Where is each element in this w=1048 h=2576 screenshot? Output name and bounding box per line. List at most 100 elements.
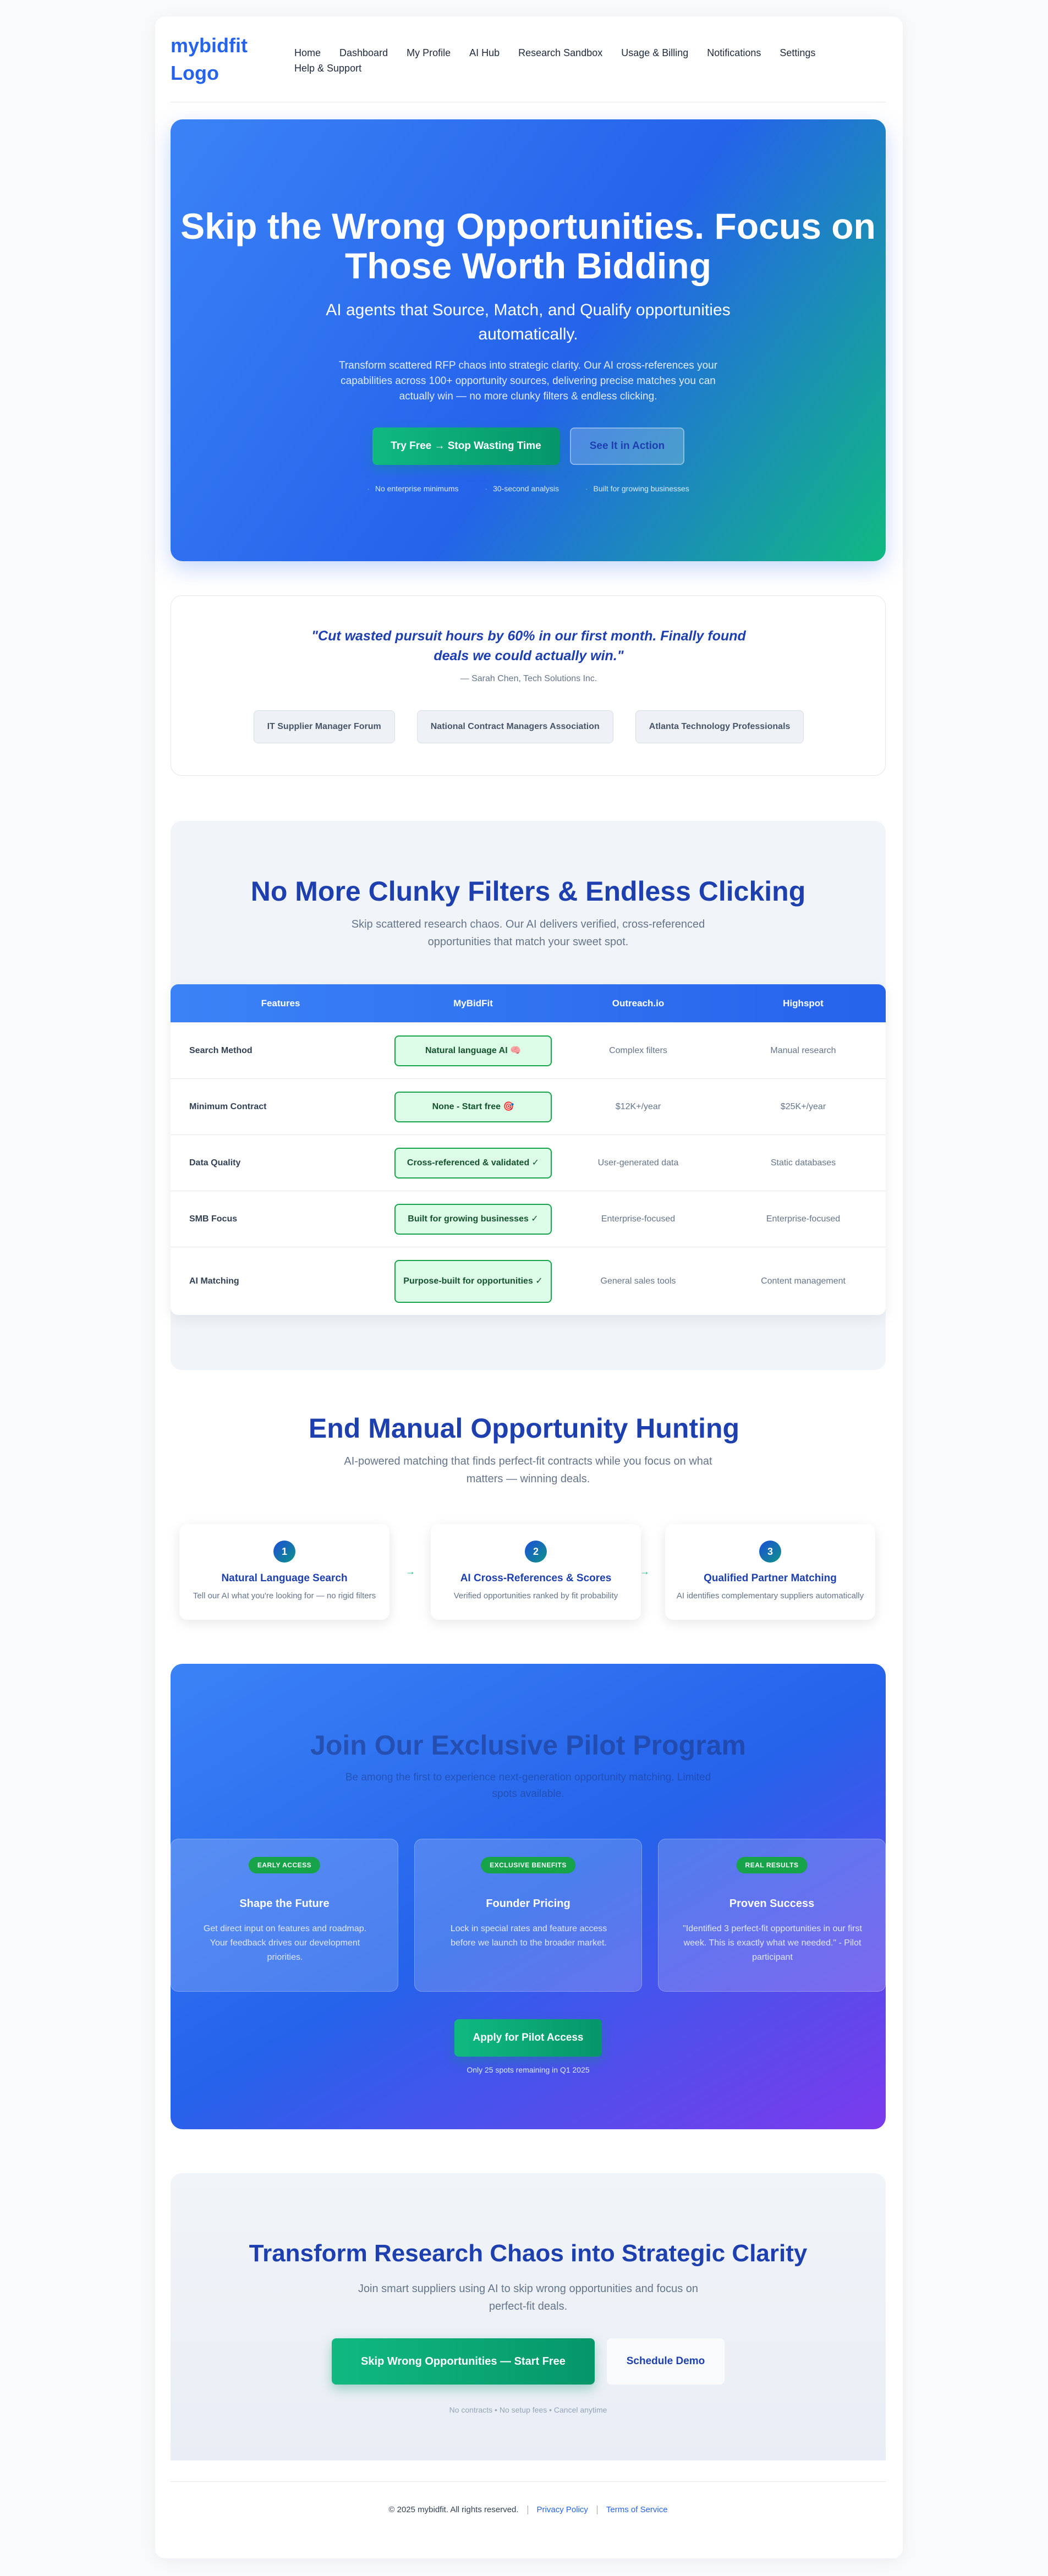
step-description: AI identifies complementary suppliers au… (676, 1591, 864, 1601)
column-header: MyBidFit (453, 997, 493, 1009)
benefit-title: Shape the Future (239, 1898, 330, 1910)
testimonial-quote: "Cut wasted pursuit hours by 60% in our … (311, 628, 746, 664)
benefit-description: Lock in special rates and feature access… (450, 1924, 607, 1948)
privacy-policy-link[interactable]: Privacy Policy (537, 2505, 588, 2514)
schedule-demo-button[interactable]: Schedule Demo (607, 2338, 725, 2385)
hero-section: Skip the Wrong Opportunities. Focus on T… (171, 119, 886, 561)
comparison-section: No More Clunky Filters & Endless Clickin… (171, 821, 886, 1370)
step-title: AI Cross-References & Scores (460, 1572, 612, 1584)
mybidfit-cell: Natural language AI 🧠 (391, 1023, 556, 1078)
arrow-right-icon: → (405, 1566, 415, 1577)
try-free-button[interactable]: Try Free → Stop Wasting Time (372, 427, 559, 465)
terms-of-service-link[interactable]: Terms of Service (606, 2505, 668, 2514)
nav-dashboard[interactable]: Dashboard (339, 45, 388, 61)
main-nav: Home Dashboard My Profile AI Hub Research Sa… (294, 45, 877, 76)
benefit-item: 30-second analysis (485, 484, 559, 493)
nav-usage-billing[interactable]: Usage & Billing (621, 45, 688, 61)
nav-help-support[interactable]: Help & Support (294, 61, 361, 76)
see-in-action-button[interactable]: See It in Action (570, 427, 684, 465)
nav-my-profile[interactable]: My Profile (407, 45, 451, 61)
feature-cell: AI Matching (189, 1276, 239, 1286)
nav-settings[interactable]: Settings (780, 45, 815, 61)
association-badges: IT Supplier Manager Forum National Contr… (171, 710, 886, 743)
outreach-cell: Complex filters (609, 1045, 667, 1055)
nav-research-sandbox[interactable]: Research Sandbox (518, 45, 602, 61)
step-title: Natural Language Search (221, 1572, 348, 1584)
benefit-item: No enterprise minimums (367, 484, 459, 493)
pilot-title: Join Our Exclusive Pilot Program (310, 1730, 746, 1761)
step-title: Qualified Partner Matching (704, 1572, 837, 1584)
column-header: Highspot (783, 997, 824, 1009)
step-description: Verified opportunities ranked by fit pro… (453, 1591, 618, 1601)
feature-cell: Minimum Contract (189, 1101, 267, 1111)
comparison-title: No More Clunky Filters & Endless Clickin… (250, 876, 806, 907)
association-badge: National Contract Managers Association (416, 710, 613, 743)
final-cta-subtitle: Join smart suppliers using AI to skip wr… (358, 2283, 699, 2312)
highspot-cell: Manual research (770, 1045, 836, 1055)
final-cta-note: No contracts • No setup fees • Cancel an… (449, 2405, 607, 2414)
footer: © 2025 mybidfit. All rights reserved. Pri… (171, 2505, 886, 2515)
mybidfit-value: Purpose-built for opportunities ✓ (394, 1259, 552, 1303)
nav-ai-hub[interactable]: AI Hub (469, 45, 500, 61)
highspot-cell: Content management (761, 1276, 846, 1286)
benefit-tag: EARLY ACCESS (248, 1857, 321, 1873)
mybidfit-cell: None - Start free 🎯 (391, 1079, 556, 1134)
step-card: 1 Natural Language Search Tell our AI wh… (179, 1524, 389, 1620)
final-cta-title: Transform Research Chaos into Strategic … (249, 2240, 808, 2267)
mybidfit-value: None - Start free 🎯 (394, 1091, 552, 1122)
nav-home[interactable]: Home (294, 45, 321, 61)
highspot-cell: $25K+/year (780, 1101, 826, 1111)
hero-title: Skip the Wrong Opportunities. Focus on T… (180, 206, 876, 286)
mybidfit-cell: Cross-referenced & validated ✓ (391, 1135, 556, 1191)
hero-subtitle: AI agents that Source, Match, and Qualif… (326, 301, 731, 343)
step-card: 2 AI Cross-References & Scores Verified … (431, 1524, 641, 1620)
nav-notifications[interactable]: Notifications (707, 45, 761, 61)
hero-description: Transform scattered RFP chaos into strat… (338, 360, 718, 402)
pilot-benefit-card: REAL RESULTS Proven Success "Identified … (658, 1839, 886, 1992)
mybidfit-value: Natural language AI 🧠 (394, 1035, 552, 1066)
pilot-benefit-card: EXCLUSIVE BENEFITS Founder Pricing Lock … (414, 1839, 642, 1992)
benefit-description: Get direct input on features and roadmap… (203, 1924, 367, 1962)
logo[interactable]: mybidfit Logo (171, 32, 275, 87)
pilot-benefit-card: EARLY ACCESS Shape the Future Get direct… (171, 1839, 398, 1992)
mybidfit-value: Built for growing businesses ✓ (394, 1203, 552, 1235)
outreach-cell: User-generated data (597, 1158, 679, 1168)
start-free-button[interactable]: Skip Wrong Opportunities — Start Free (332, 2338, 595, 2385)
feature-cell: SMB Focus (189, 1214, 238, 1224)
table-row: Data Quality Cross-referenced & validate… (171, 1134, 886, 1191)
table-row: SMB Focus Built for growing businesses ✓… (171, 1191, 886, 1247)
outreach-cell: Enterprise-focused (601, 1214, 676, 1224)
feature-cell: Data Quality (189, 1158, 241, 1168)
pilot-program-section: Join Our Exclusive Pilot Program Be amon… (171, 1664, 886, 2129)
table-row: Search Method Natural language AI 🧠 Comp… (171, 1022, 886, 1078)
highspot-cell: Enterprise-focused (766, 1214, 841, 1224)
pilot-subtitle: Be among the first to experience next-ge… (345, 1772, 711, 1800)
feature-cell: Search Method (189, 1045, 253, 1055)
outreach-cell: $12K+/year (615, 1101, 661, 1111)
copyright-text: © 2025 mybidfit. All rights reserved. (388, 2505, 519, 2514)
table-header: Features MyBidFit Outreach.io Highspot (171, 984, 886, 1022)
benefit-item: Built for growing businesses (585, 484, 689, 493)
arrow-right-icon: → (640, 1566, 650, 1577)
step-number: 1 (273, 1541, 295, 1563)
column-header: Outreach.io (612, 997, 665, 1009)
how-it-works-subtitle: AI-powered matching that finds perfect-f… (344, 1455, 712, 1485)
step-description: Tell our AI what you're looking for — no… (193, 1591, 376, 1601)
apply-pilot-button[interactable]: Apply for Pilot Access (454, 2019, 602, 2057)
benefit-description: "Identified 3 perfect-fit opportunities … (683, 1924, 862, 1962)
testimonial-card: "Cut wasted pursuit hours by 60% in our … (171, 595, 886, 776)
pilot-spots-note: Only 25 spots remaining in Q1 2025 (467, 2065, 590, 2074)
mybidfit-cell: Purpose-built for opportunities ✓ (391, 1247, 556, 1315)
association-badge: IT Supplier Manager Forum (253, 710, 395, 743)
testimonial-attribution: — Sarah Chen, Tech Solutions Inc. (460, 674, 597, 683)
association-badge: Atlanta Technology Professionals (635, 710, 804, 743)
column-header: Features (261, 997, 300, 1009)
table-row: Minimum Contract None - Start free 🎯 $12… (171, 1078, 886, 1134)
comparison-table: Features MyBidFit Outreach.io Highspot S… (171, 984, 886, 1315)
mybidfit-value: Cross-referenced & validated ✓ (394, 1147, 552, 1179)
table-row: AI Matching Purpose-built for opportunit… (171, 1247, 886, 1315)
benefit-tag: REAL RESULTS (736, 1857, 808, 1873)
benefit-title: Proven Success (729, 1898, 815, 1910)
comparison-subtitle: Skip scattered research chaos. Our AI de… (351, 918, 705, 948)
benefit-title: Founder Pricing (486, 1898, 570, 1910)
